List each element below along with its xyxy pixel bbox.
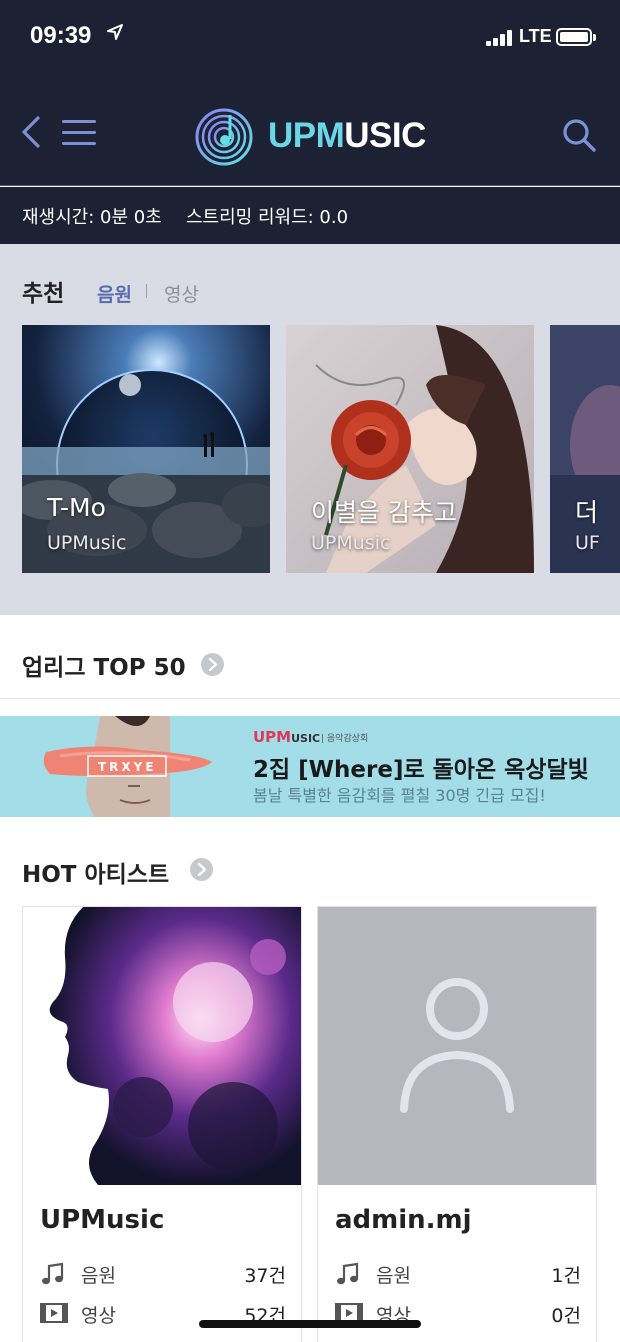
signal-strength-icon — [486, 30, 516, 46]
banner-brand: UPMUSIC — [253, 728, 320, 746]
banner-brand-a: UPM — [253, 728, 292, 746]
app-logo-text: UPMUSIC — [268, 116, 426, 156]
battery-icon — [556, 28, 596, 46]
recommend-card[interactable]: 이별을 감추고 UPMusic — [286, 325, 534, 573]
stat-label: 음원 — [81, 1265, 116, 1287]
card-title: 이별을 감추고 — [311, 498, 457, 527]
app-header: UPMUSIC — [0, 72, 620, 186]
music-note-icon — [335, 1262, 361, 1286]
banner-brand-b: USIC — [291, 732, 321, 745]
stat-value: 37건 — [244, 1265, 286, 1287]
recommend-card[interactable]: 더 UF — [550, 325, 620, 573]
recommend-card[interactable]: T-Mo UPMusic — [22, 325, 270, 573]
hamburger-menu-icon[interactable] — [62, 120, 96, 146]
status-time: 09:39 — [30, 22, 92, 49]
logo-part-b: USIC — [344, 116, 426, 155]
card-subtitle: UF — [575, 532, 600, 554]
upmusic-logo-icon — [194, 107, 254, 167]
music-note-icon — [40, 1262, 66, 1286]
chevron-right-icon[interactable] — [201, 653, 224, 676]
play-time-text: 재생시간: 0분 0초 — [22, 207, 162, 228]
tab-divider — [146, 284, 147, 298]
film-icon — [40, 1302, 68, 1326]
recommend-section: 추천 음원 영상 T-Mo UPMusic 이별을 감추고 UPMusic 더 … — [0, 244, 620, 615]
default-avatar-icon — [318, 907, 596, 1185]
hot-artists-title[interactable]: HOT 아티스트 — [22, 855, 169, 889]
home-indicator[interactable] — [199, 1320, 421, 1328]
banner-tag: | 음악감상회 — [321, 734, 369, 744]
stat-value: 0건 — [551, 1305, 581, 1327]
artist-name: UPMusic — [40, 1205, 165, 1235]
card-subtitle: UPMusic — [311, 532, 391, 554]
search-icon[interactable] — [560, 116, 598, 154]
artist-name: admin.mj — [335, 1205, 472, 1235]
card-title: 더 — [575, 498, 599, 527]
artist-image-nebula — [23, 907, 301, 1185]
status-bar: 09:39 LTE — [0, 0, 620, 72]
playtime-bar: 재생시간: 0분 0초 스트리밍 리워드: 0.0 — [0, 187, 620, 244]
tab-video[interactable]: 영상 — [164, 280, 199, 307]
banner-art-text: TRXYE — [98, 760, 157, 774]
tab-audio[interactable]: 음원 — [97, 280, 132, 307]
banner-description: 봄날 특별한 음감회를 펼칠 30명 긴급 모집! — [253, 786, 546, 805]
chevron-right-icon[interactable] — [190, 858, 213, 881]
top50-label: 업리그 TOP 50 — [22, 655, 186, 681]
artist-card[interactable]: admin.mj 음원 1건 영상 0건 — [317, 906, 597, 1342]
logo-part-a: UPM — [268, 116, 345, 155]
artist-stat-audio: 음원 37건 — [40, 1259, 286, 1289]
card-subtitle: UPMusic — [47, 532, 127, 554]
banner-headline: 2집 [Where]로 돌아온 옥상달빛 — [253, 757, 589, 783]
network-type: LTE — [519, 26, 552, 46]
recommend-title: 추천 — [22, 281, 65, 307]
artist-stat-audio: 음원 1건 — [335, 1259, 581, 1289]
streaming-reward-text: 스트리밍 리워드: 0.0 — [186, 207, 349, 228]
stat-value: 1건 — [551, 1265, 581, 1287]
promo-banner[interactable]: TRXYE UPMUSIC | 음악감상회 2집 [Where]로 돌아온 옥상… — [0, 716, 620, 817]
banner-tag-text: 음악감상회 — [326, 734, 369, 744]
stat-label: 영상 — [81, 1305, 116, 1327]
top50-section[interactable]: 업리그 TOP 50 — [0, 615, 620, 699]
stat-label: 음원 — [376, 1265, 411, 1287]
card-title: T-Mo — [47, 493, 106, 522]
location-arrow-icon — [106, 22, 124, 46]
artist-card[interactable]: UPMusic 음원 37건 영상 52건 — [22, 906, 302, 1342]
back-arrow-icon[interactable] — [18, 114, 48, 150]
